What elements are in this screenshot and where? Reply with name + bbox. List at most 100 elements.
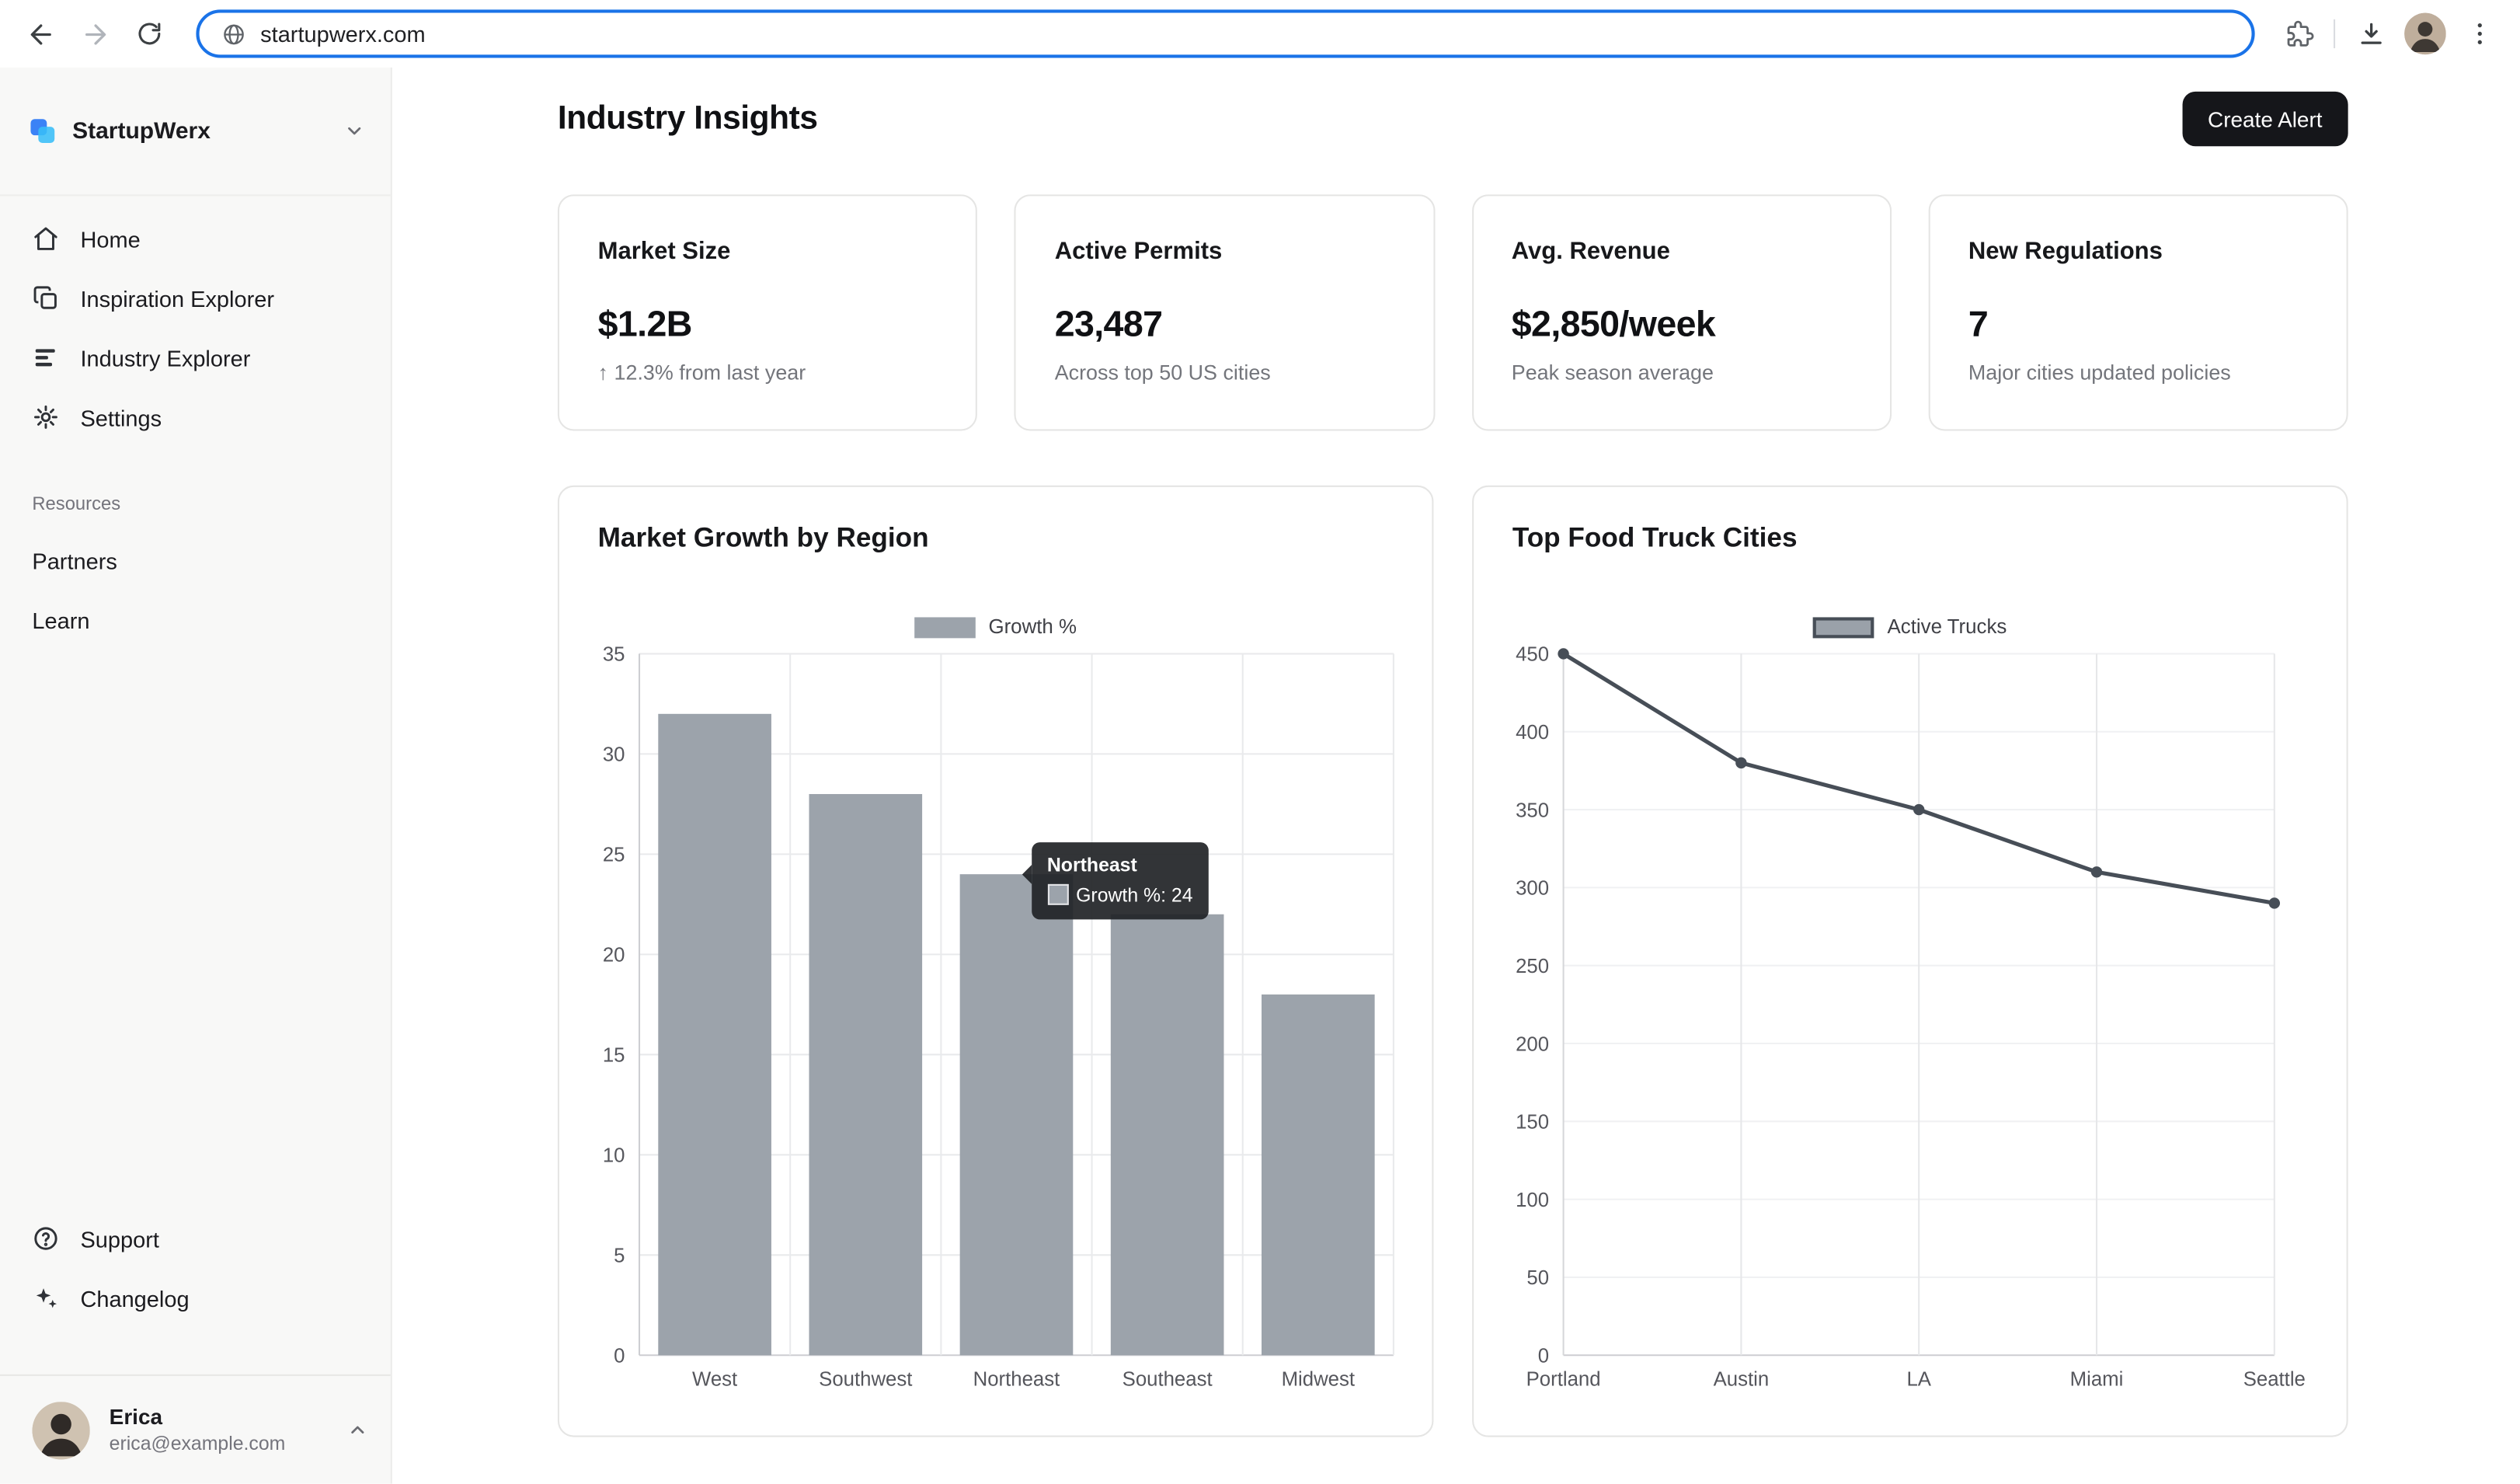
- page-title: Industry Insights: [558, 99, 818, 138]
- svg-text:0: 0: [1538, 1346, 1549, 1367]
- sidebar-item-industry-explorer[interactable]: Industry Explorer: [0, 328, 391, 388]
- svg-text:400: 400: [1516, 722, 1549, 744]
- stat-subtitle: Across top 50 US cities: [1055, 360, 1394, 384]
- back-icon: [25, 19, 55, 49]
- svg-text:100: 100: [1516, 1190, 1549, 1211]
- reload-icon: [135, 19, 164, 48]
- svg-text:25: 25: [603, 845, 625, 866]
- sidebar-nav: Home Inspiration Explorer Industry Explo…: [0, 196, 391, 447]
- address-bar[interactable]: startupwerx.com: [196, 9, 2254, 57]
- svg-text:15: 15: [603, 1045, 625, 1067]
- sidebar-item-label: Changelog: [80, 1285, 189, 1311]
- browser-avatar: [2404, 13, 2446, 55]
- tooltip-swatch: [1047, 884, 1068, 905]
- svg-text:30: 30: [603, 744, 625, 766]
- chevron-up-icon: [347, 1420, 368, 1440]
- svg-text:300: 300: [1516, 878, 1549, 900]
- extensions-button[interactable]: [2271, 6, 2325, 61]
- stat-value: $2,850/week: [1512, 304, 1851, 346]
- svg-text:Southeast: Southeast: [1123, 1368, 1213, 1390]
- url-text: startupwerx.com: [260, 21, 425, 47]
- svg-text:Northeast: Northeast: [973, 1368, 1060, 1390]
- stat-card-avg-revenue: Avg. Revenue $2,850/week Peak season ave…: [1471, 194, 1891, 430]
- resources-section-label: Resources: [0, 492, 391, 517]
- sidebar-item-partners[interactable]: Partners: [0, 531, 391, 590]
- sidebar-item-label: Industry Explorer: [80, 345, 250, 371]
- chevron-down-icon: [344, 120, 365, 141]
- globe-icon: [222, 22, 246, 46]
- toolbar-divider: [2334, 19, 2335, 48]
- sparkles-icon: [32, 1284, 59, 1312]
- create-alert-button[interactable]: Create Alert: [2182, 92, 2348, 146]
- sidebar-item-inspiration-explorer[interactable]: Inspiration Explorer: [0, 269, 391, 329]
- stat-value: 23,487: [1055, 304, 1394, 346]
- stat-value: 7: [1968, 304, 2308, 346]
- back-button[interactable]: [13, 6, 68, 61]
- bar-chart-canvas[interactable]: 05101520253035WestSouthwestNortheastSout…: [559, 487, 1432, 1436]
- svg-text:350: 350: [1516, 799, 1549, 821]
- brand-logo-icon: [29, 117, 56, 145]
- profile-button[interactable]: [2398, 6, 2452, 61]
- stat-card-active-permits: Active Permits 23,487 Across top 50 US c…: [1015, 194, 1434, 430]
- resources-list: Partners Learn: [0, 531, 391, 650]
- browser-menu-button[interactable]: [2452, 6, 2507, 61]
- copy-icon: [32, 284, 59, 312]
- tooltip-value: Growth %: 24: [1076, 883, 1192, 906]
- downloads-button[interactable]: [2343, 6, 2397, 61]
- browser-toolbar: startupwerx.com: [0, 0, 2520, 68]
- forward-button[interactable]: [68, 6, 122, 61]
- stat-title: Avg. Revenue: [1512, 238, 1851, 265]
- sidebar-item-learn[interactable]: Learn: [0, 590, 391, 650]
- user-avatar: [32, 1401, 89, 1458]
- stat-title: New Regulations: [1968, 238, 2308, 265]
- sidebar-item-label: Learn: [32, 607, 89, 632]
- svg-text:Austin: Austin: [1714, 1368, 1770, 1390]
- bar-chart-card: Market Growth by Region Growth % 0510152…: [558, 486, 1434, 1437]
- sidebar: StartupWerx Home Inspiration Explorer In…: [0, 68, 392, 1484]
- sidebar-item-support[interactable]: Support: [0, 1209, 391, 1269]
- rows-chart-icon: [32, 344, 59, 371]
- stat-title: Market Size: [598, 238, 938, 265]
- user-email: erica@example.com: [110, 1432, 328, 1454]
- chart-tooltip: Northeast Growth %: 24: [1031, 841, 1209, 918]
- user-meta: Erica erica@example.com: [110, 1405, 328, 1454]
- reload-button[interactable]: [122, 6, 176, 61]
- sidebar-item-label: Support: [80, 1226, 158, 1252]
- user-name: Erica: [110, 1405, 328, 1429]
- home-icon: [32, 225, 59, 253]
- browser-window: startupwerx.com StartupWerx: [0, 0, 2520, 1484]
- stat-subtitle: Peak season average: [1512, 360, 1851, 384]
- kebab-menu-icon: [2466, 19, 2494, 48]
- line-chart-canvas[interactable]: 050100150200250300350400450PortlandAusti…: [1474, 487, 2346, 1436]
- app-shell: StartupWerx Home Inspiration Explorer In…: [0, 68, 2520, 1484]
- svg-text:Midwest: Midwest: [1282, 1368, 1355, 1390]
- main-content: Industry Insights Create Alert Market Si…: [392, 68, 2520, 1484]
- brand-name: StartupWerx: [72, 118, 328, 144]
- svg-text:Seattle: Seattle: [2243, 1368, 2306, 1390]
- svg-text:450: 450: [1516, 644, 1549, 666]
- svg-text:West: West: [692, 1368, 737, 1390]
- svg-text:20: 20: [603, 945, 625, 967]
- sidebar-item-label: Inspiration Explorer: [80, 285, 274, 311]
- user-menu[interactable]: Erica erica@example.com: [0, 1374, 391, 1484]
- workspace-switcher[interactable]: StartupWerx: [0, 68, 391, 197]
- extensions-icon: [2283, 19, 2313, 49]
- stat-subtitle: Major cities updated policies: [1968, 360, 2308, 384]
- gear-icon: [32, 403, 59, 430]
- stat-card-new-regulations: New Regulations 7 Major cities updated p…: [1928, 194, 2348, 430]
- svg-text:0: 0: [614, 1346, 625, 1367]
- help-icon: [32, 1224, 59, 1252]
- svg-text:50: 50: [1526, 1267, 1549, 1289]
- svg-text:5: 5: [614, 1245, 625, 1267]
- svg-text:200: 200: [1516, 1033, 1549, 1055]
- stat-card-market-size: Market Size $1.2B ↑ 12.3% from last year: [558, 194, 977, 430]
- stat-value: $1.2B: [598, 304, 938, 346]
- svg-text:250: 250: [1516, 956, 1549, 977]
- svg-text:10: 10: [603, 1145, 625, 1167]
- svg-text:Miami: Miami: [2070, 1368, 2124, 1390]
- svg-text:LA: LA: [1906, 1368, 1931, 1390]
- sidebar-item-home[interactable]: Home: [0, 209, 391, 269]
- sidebar-item-settings[interactable]: Settings: [0, 388, 391, 448]
- stats-row: Market Size $1.2B ↑ 12.3% from last year…: [558, 194, 2348, 430]
- sidebar-item-changelog[interactable]: Changelog: [0, 1268, 391, 1328]
